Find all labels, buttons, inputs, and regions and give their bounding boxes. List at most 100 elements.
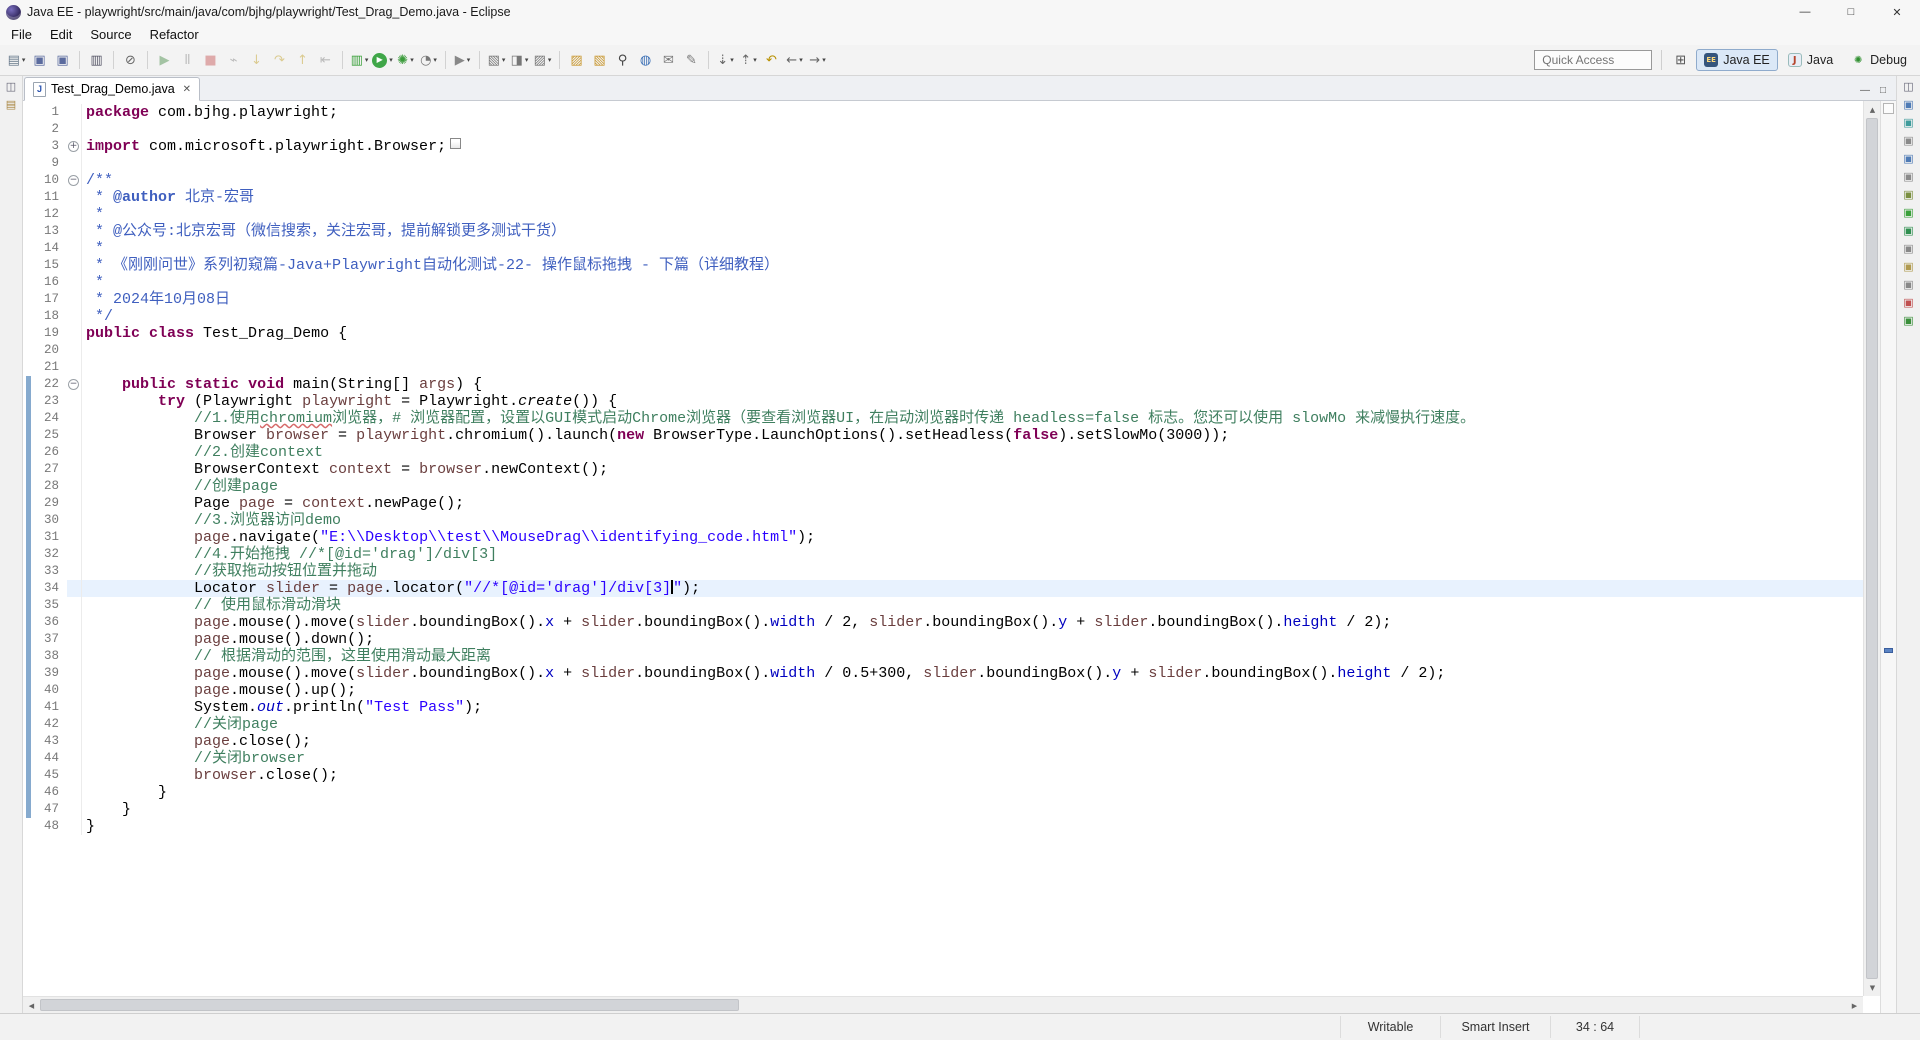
open-folder-button[interactable]: ▨ xyxy=(566,48,587,72)
line-number[interactable]: 11 xyxy=(33,189,67,206)
annotation-ruler[interactable] xyxy=(23,172,33,189)
code-line-24[interactable]: 24 //1.使用chromium浏览器，# 浏览器配置，设置以GUI模式启动C… xyxy=(23,410,1863,427)
annotation-ruler[interactable] xyxy=(23,665,33,682)
code-line-9[interactable]: 9 xyxy=(23,155,1863,172)
horizontal-scrollbar[interactable]: ◀ ▶ xyxy=(23,996,1863,1013)
code-line-45[interactable]: 45 browser.close(); xyxy=(23,767,1863,784)
last-edit-location-button[interactable]: ↶ xyxy=(761,48,782,72)
code-line-2[interactable]: 2 xyxy=(23,121,1863,138)
annotation-ruler[interactable] xyxy=(23,546,33,563)
annotation-ruler[interactable] xyxy=(23,291,33,308)
code-line-23[interactable]: 23 try (Playwright playwright = Playwrig… xyxy=(23,393,1863,410)
line-number[interactable]: 12 xyxy=(33,206,67,223)
fold-collapse-icon[interactable]: − xyxy=(68,379,79,390)
annotation-ruler[interactable] xyxy=(23,427,33,444)
annotation-ruler[interactable] xyxy=(23,223,33,240)
history-view-icon[interactable]: ▣ xyxy=(1900,277,1917,292)
line-number[interactable]: 25 xyxy=(33,427,67,444)
line-number[interactable]: 16 xyxy=(33,274,67,291)
line-number[interactable]: 47 xyxy=(33,801,67,818)
line-number[interactable]: 9 xyxy=(33,155,67,172)
line-number[interactable]: 22 xyxy=(33,376,67,393)
cursor-position-marker[interactable] xyxy=(1884,648,1893,653)
previous-annotation-button[interactable]: ⇡▾ xyxy=(738,48,759,72)
annotation-ruler[interactable] xyxy=(23,376,33,393)
code-line-36[interactable]: 36 page.mouse().move(slider.boundingBox(… xyxy=(23,614,1863,631)
annotation-ruler[interactable] xyxy=(23,767,33,784)
back-dropdown-icon[interactable]: ▾ xyxy=(799,56,803,64)
code-line-42[interactable]: 42 //关闭page xyxy=(23,716,1863,733)
line-number[interactable]: 10 xyxy=(33,172,67,189)
annotation-ruler[interactable] xyxy=(23,240,33,257)
annotation-ruler[interactable] xyxy=(23,750,33,767)
markers-view-icon[interactable]: ▣ xyxy=(1900,187,1917,202)
annotation-ruler[interactable] xyxy=(23,495,33,512)
new-servlet-dropdown-icon[interactable]: ▾ xyxy=(525,56,529,64)
annotation-ruler[interactable] xyxy=(23,393,33,410)
code-line-22[interactable]: 22− public static void main(String[] arg… xyxy=(23,376,1863,393)
line-number[interactable]: 17 xyxy=(33,291,67,308)
code-line-44[interactable]: 44 //关闭browser xyxy=(23,750,1863,767)
code-line-40[interactable]: 40 page.mouse().up(); xyxy=(23,682,1863,699)
line-number[interactable]: 32 xyxy=(33,546,67,563)
line-number[interactable]: 46 xyxy=(33,784,67,801)
properties-view-icon[interactable]: ▣ xyxy=(1900,205,1917,220)
new-ejb-project-dropdown-icon[interactable]: ▾ xyxy=(502,56,506,64)
tab-close-icon[interactable]: ✕ xyxy=(183,84,191,95)
line-number[interactable]: 24 xyxy=(33,410,67,427)
line-number[interactable]: 35 xyxy=(33,597,67,614)
horizontal-scroll-thumb[interactable] xyxy=(40,999,739,1011)
line-number[interactable]: 36 xyxy=(33,614,67,631)
code-line-18[interactable]: 18 */ xyxy=(23,308,1863,325)
snippets-view-icon[interactable]: ▣ xyxy=(1900,169,1917,184)
annotation-ruler[interactable] xyxy=(23,682,33,699)
menu-source[interactable]: Source xyxy=(81,25,140,44)
forward-dropdown-icon[interactable]: ▾ xyxy=(822,56,826,64)
console-view-icon[interactable]: ▣ xyxy=(1900,223,1917,238)
task-list-view-icon[interactable]: ▣ xyxy=(1900,115,1917,130)
line-number[interactable]: 21 xyxy=(33,359,67,376)
annotation-ruler[interactable] xyxy=(23,733,33,750)
annotation-header-icon[interactable] xyxy=(1883,103,1894,114)
line-number[interactable]: 2 xyxy=(33,121,67,138)
scroll-left-icon[interactable]: ◀ xyxy=(23,997,40,1014)
annotation-ruler[interactable] xyxy=(23,325,33,342)
profile-button[interactable]: ◔▾ xyxy=(418,48,439,72)
maximize-editor-icon[interactable]: □ xyxy=(1880,85,1886,96)
new-task-button[interactable]: ✉ xyxy=(658,48,679,72)
annotation-ruler[interactable] xyxy=(23,818,33,835)
new-web-project-button[interactable]: ▨▾ xyxy=(532,48,553,72)
annotation-ruler[interactable] xyxy=(23,563,33,580)
code-line-39[interactable]: 39 page.mouse().move(slider.boundingBox(… xyxy=(23,665,1863,682)
annotation-ruler[interactable] xyxy=(23,257,33,274)
line-number[interactable]: 19 xyxy=(33,325,67,342)
restore-left-views-icon[interactable]: ◫ xyxy=(3,79,20,94)
new-wizard-button[interactable]: ▤▾ xyxy=(6,48,27,72)
annotation-ruler[interactable] xyxy=(23,138,33,155)
code-line-26[interactable]: 26 //2.创建context xyxy=(23,444,1863,461)
annotation-ruler[interactable] xyxy=(23,189,33,206)
open-web-browser-button[interactable]: ◍ xyxy=(635,48,656,72)
code-line-1[interactable]: 1package com.bjhg.playwright; xyxy=(23,104,1863,121)
code-line-19[interactable]: 19public class Test_Drag_Demo { xyxy=(23,325,1863,342)
coverage-button[interactable]: ▥▾ xyxy=(349,48,370,72)
line-number[interactable]: 20 xyxy=(33,342,67,359)
run-dropdown-icon[interactable]: ▾ xyxy=(389,56,393,64)
new-ejb-project-button[interactable]: ▧▾ xyxy=(486,48,507,72)
servers-view-icon[interactable]: ▣ xyxy=(1900,133,1917,148)
perspective-debug[interactable]: ✺Debug xyxy=(1843,49,1915,71)
code-line-34[interactable]: 34 Locator slider = page.locator("//*[@i… xyxy=(23,580,1863,597)
back-button[interactable]: ←▾ xyxy=(784,48,805,72)
coverage-dropdown-icon[interactable]: ▾ xyxy=(365,56,369,64)
menu-edit[interactable]: Edit xyxy=(41,25,81,44)
status-insert-mode[interactable]: Smart Insert xyxy=(1440,1016,1550,1038)
fold-expand-icon[interactable]: + xyxy=(68,141,79,152)
debug-button[interactable]: ✺▾ xyxy=(395,48,416,72)
annotation-ruler[interactable] xyxy=(23,342,33,359)
outline-view-icon[interactable]: ▣ xyxy=(1900,97,1917,112)
code-line-12[interactable]: 12 * xyxy=(23,206,1863,223)
previous-annotation-dropdown-icon[interactable]: ▾ xyxy=(753,56,757,64)
line-number[interactable]: 34 xyxy=(33,580,67,597)
annotation-ruler[interactable] xyxy=(23,478,33,495)
search-button[interactable]: ⚲ xyxy=(612,48,633,72)
